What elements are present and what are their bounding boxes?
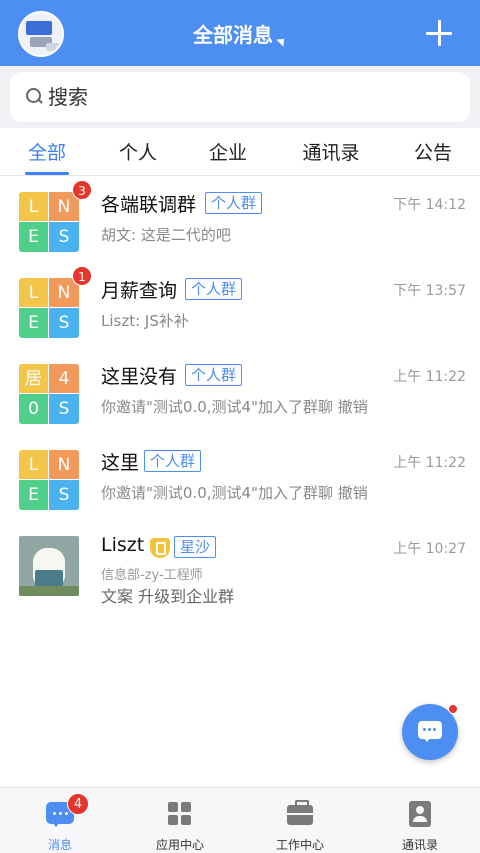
unread-badge: 3 — [72, 180, 92, 200]
avatar-letter: S — [49, 480, 79, 510]
nav-contacts[interactable]: 通讯录 — [360, 788, 480, 853]
tab-contacts[interactable]: 通讯录 — [299, 138, 363, 165]
conversation-name: 这里没有 — [101, 366, 178, 388]
group-type-tag: 个人群 — [205, 192, 263, 214]
contacts-icon — [409, 801, 431, 827]
unread-badge: 1 — [72, 266, 92, 286]
notification-dot — [448, 704, 458, 714]
conversation-item[interactable]: Liszt 星沙 上午 10:27 信息部-zy-工程师 文案 升级到企业群 — [0, 520, 480, 606]
tab-personal[interactable]: 个人 — [116, 138, 160, 165]
last-message-preview: 你邀请"测试0.0,测试4"加入了群聊 撤销 — [101, 398, 368, 416]
org-tag: 星沙 — [174, 536, 217, 558]
group-avatar: 居 4 0 S — [19, 364, 79, 424]
contact-avatar — [19, 536, 79, 596]
verified-shield-icon — [150, 538, 170, 558]
avatar-letter: L — [19, 192, 49, 222]
group-type-tag: 个人群 — [185, 364, 243, 386]
avatar-shape — [19, 586, 79, 596]
conversation-name: 各端联调群 — [101, 194, 197, 216]
tab-all[interactable]: 全部 — [25, 138, 69, 165]
caret-down-icon — [276, 35, 288, 47]
conversation-item[interactable]: L N E S 3 各端联调群 个人群 下午 14:12 胡文: 这是二代的吧 — [0, 176, 480, 262]
avatar-letter: L — [19, 278, 49, 308]
conversation-time: 上午 11:22 — [393, 455, 466, 471]
category-tabs: 全部 个人 企业 通讯录 公告 — [0, 128, 480, 176]
last-message-preview: 胡文: 这是二代的吧 — [101, 226, 231, 244]
grid-square — [168, 802, 178, 812]
add-button[interactable] — [422, 16, 456, 50]
page-title: 全部消息 — [193, 23, 273, 47]
avatar-letter: 4 — [49, 364, 79, 394]
top-header: 全部消息 — [0, 0, 480, 66]
avatar-letter: E — [19, 480, 49, 510]
avatar-letter: S — [49, 308, 79, 338]
avatar-letter: S — [49, 394, 79, 424]
conversation-time: 上午 10:27 — [393, 541, 466, 557]
conversation-item[interactable]: 居 4 0 S 这里没有 个人群 上午 11:22 你邀请"测试0.0,测试4"… — [0, 348, 480, 434]
dot — [53, 812, 56, 815]
group-avatar: L N E S — [19, 450, 79, 510]
dot — [59, 812, 62, 815]
group-type-tag: 个人群 — [185, 278, 243, 300]
avatar-letter: L — [19, 450, 49, 480]
grid-square — [181, 802, 191, 812]
bottom-nav: 4 消息 应用中心 工作中心 通讯录 — [0, 787, 480, 853]
nav-messages[interactable]: 4 消息 — [0, 788, 120, 853]
group-avatar: L N E S — [19, 192, 79, 252]
tab-announcements[interactable]: 公告 — [411, 138, 455, 165]
nav-label: 消息 — [47, 838, 72, 852]
conversation-item[interactable]: L N E S 1 月薪查询 个人群 下午 13:57 Liszt: JS补补 — [0, 262, 480, 348]
avatar-letter: E — [19, 308, 49, 338]
dot — [423, 728, 426, 731]
dot — [65, 812, 68, 815]
last-message-preview: 你邀请"测试0.0,测试4"加入了群聊 撤销 — [101, 484, 368, 502]
search-bar — [0, 66, 480, 128]
avatar-letter: S — [49, 222, 79, 252]
conversation-name: Liszt — [101, 534, 145, 556]
search-box[interactable] — [10, 72, 470, 122]
search-input[interactable] — [48, 81, 448, 113]
grid-square — [181, 815, 191, 825]
search-icon — [26, 88, 42, 104]
conversation-time: 下午 13:57 — [393, 283, 466, 299]
avatar-letter: N — [49, 450, 79, 480]
nav-label: 工作中心 — [275, 838, 324, 852]
conversation-name: 月薪查询 — [101, 280, 178, 302]
group-avatar: L N E S — [19, 278, 79, 338]
conversation-item[interactable]: L N E S 这里 个人群 上午 11:22 你邀请"测试0.0,测试4"加入… — [0, 434, 480, 520]
last-message-preview: 文案 升级到企业群 — [101, 587, 235, 606]
contact-title: 信息部-zy-工程师 — [101, 568, 203, 583]
conversation-time: 上午 11:22 — [393, 369, 466, 385]
group-type-tag: 个人群 — [144, 450, 202, 472]
dots-icon — [423, 728, 437, 732]
dot — [433, 728, 436, 731]
nav-work-center[interactable]: 工作中心 — [240, 788, 360, 853]
conversation-time: 下午 14:12 — [393, 197, 466, 213]
nav-label: 应用中心 — [155, 838, 204, 852]
conversation-name: 这里 — [101, 452, 140, 474]
last-message-preview: Liszt: JS补补 — [101, 312, 189, 330]
message-filter-dropdown[interactable]: 全部消息 — [0, 19, 480, 48]
dot — [428, 728, 431, 731]
avatar-letter: 0 — [19, 394, 49, 424]
apps-icon — [168, 802, 192, 826]
nav-app-center[interactable]: 应用中心 — [120, 788, 240, 853]
nav-label: 通讯录 — [401, 838, 438, 852]
briefcase-icon — [287, 800, 313, 825]
unread-badge: 4 — [67, 793, 89, 815]
avatar-letter: 居 — [19, 364, 49, 394]
avatar-letter: E — [19, 222, 49, 252]
active-tab-indicator — [25, 172, 69, 175]
tab-enterprise[interactable]: 企业 — [206, 138, 250, 165]
avatar-shape — [35, 570, 63, 586]
grid-square — [168, 815, 178, 825]
